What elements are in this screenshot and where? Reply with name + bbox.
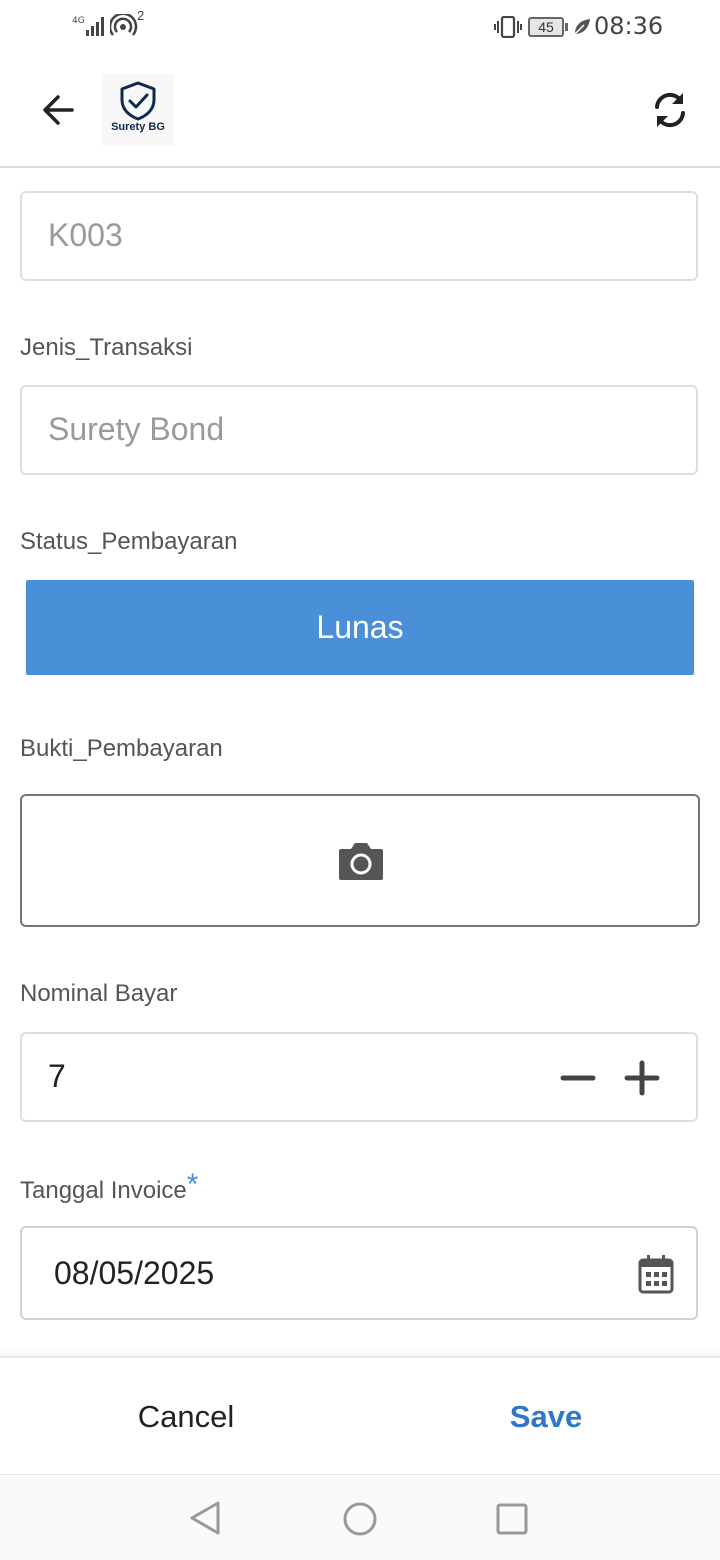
battery-level: 45	[538, 19, 554, 35]
camera-icon	[339, 843, 383, 880]
date-picker-button[interactable]	[638, 1254, 678, 1294]
increment-button[interactable]	[620, 1056, 664, 1100]
hotspot-icon	[108, 12, 138, 43]
vibrate-icon	[494, 15, 522, 43]
nav-back-button[interactable]	[186, 1499, 224, 1542]
nav-home-button[interactable]	[341, 1500, 379, 1543]
photo-upload-field[interactable]	[20, 794, 700, 927]
code-field-placeholder: K003	[48, 217, 123, 253]
leaf-icon	[572, 17, 592, 42]
status-pembayaran-label: Status_Pembayaran	[20, 528, 238, 555]
refresh-button[interactable]	[648, 88, 692, 132]
sync-icon	[655, 92, 685, 128]
save-button[interactable]: Save	[366, 1358, 720, 1476]
shield-check-icon	[120, 81, 156, 121]
nav-recents-button[interactable]	[495, 1502, 529, 1541]
clock: 08:36	[594, 12, 664, 40]
triangle-back-icon	[190, 1501, 220, 1535]
cancel-button[interactable]: Cancel	[6, 1358, 366, 1476]
minus-icon	[560, 1075, 596, 1081]
jenis-transaksi-placeholder: Surety Bond	[48, 411, 225, 447]
tanggal-invoice-label: Tanggal Invoice*	[20, 1168, 198, 1206]
code-field[interactable]: K003	[20, 191, 698, 281]
status-bar: 4G 2 45 08:36	[0, 0, 720, 54]
network-type-label: 4G	[72, 16, 85, 26]
nominal-bayar-value: 7	[48, 1058, 66, 1094]
status-lunas-button[interactable]: Lunas	[26, 580, 694, 675]
jenis-transaksi-field[interactable]: Surety Bond	[20, 385, 698, 475]
nominal-bayar-field[interactable]: 7	[20, 1032, 698, 1122]
nominal-bayar-label: Nominal Bayar	[20, 980, 178, 1007]
tanggal-invoice-field[interactable]: 08/05/2025	[20, 1226, 698, 1320]
system-nav-bar	[0, 1474, 720, 1560]
app-header: Surety BG	[0, 54, 720, 168]
hotspot-badge: 2	[137, 8, 145, 23]
jenis-transaksi-label: Jenis_Transaksi	[20, 334, 193, 361]
calendar-icon	[638, 1255, 674, 1294]
tanggal-invoice-label-text: Tanggal Invoice	[20, 1177, 187, 1204]
decrement-button[interactable]	[556, 1056, 600, 1100]
logo-text: Surety BG	[111, 121, 165, 133]
signal-icon: 4G	[72, 14, 106, 43]
tanggal-invoice-value: 08/05/2025	[54, 1255, 215, 1291]
back-button[interactable]	[38, 90, 78, 130]
battery-tip	[565, 23, 568, 31]
square-recents-icon	[496, 1503, 528, 1535]
form-action-bar: Cancel Save	[0, 1356, 720, 1476]
bukti-pembayaran-label: Bukti_Pembayaran	[20, 735, 223, 762]
app-logo: Surety BG	[102, 74, 174, 146]
plus-icon	[624, 1060, 660, 1096]
battery-icon: 45	[528, 17, 564, 37]
required-marker: *	[186, 1168, 199, 1201]
circle-home-icon	[343, 1502, 377, 1536]
arrow-left-icon	[43, 95, 74, 125]
